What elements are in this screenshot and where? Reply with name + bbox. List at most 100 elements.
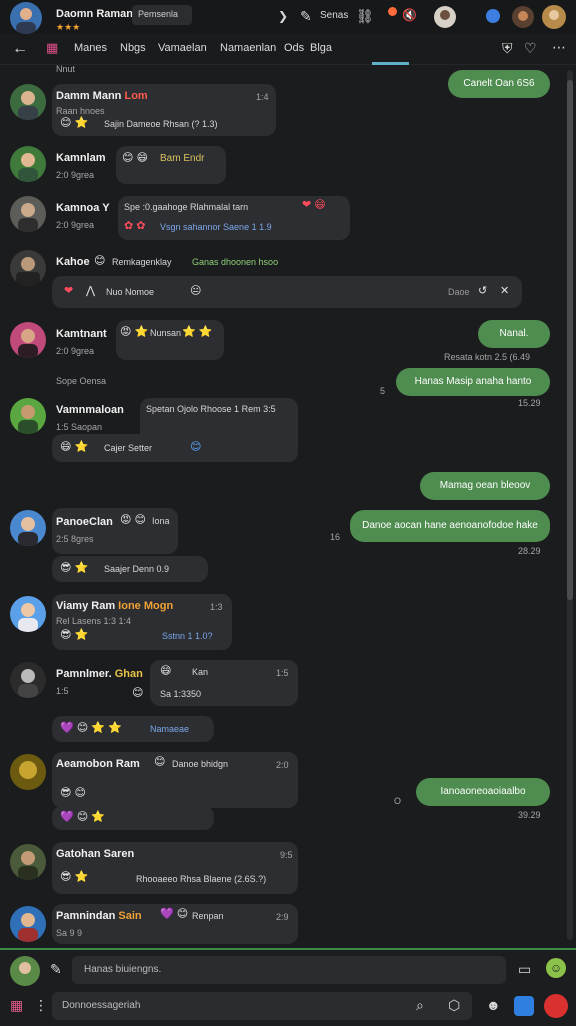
heart-icon[interactable]: ❤ 😄 (302, 200, 326, 211)
channel-subtitle-chip[interactable]: Pemsenla (132, 5, 192, 25)
voice-text: Nuo Nomoe (106, 287, 155, 297)
tab-manes[interactable]: Manes (74, 42, 107, 54)
user-avatar-2[interactable] (512, 6, 534, 28)
outgoing-meta: 5 (380, 386, 386, 396)
reaction-emoji[interactable]: 😊 (190, 442, 201, 453)
outgoing-message[interactable]: Mamag oean bleoov (420, 472, 550, 500)
record-button[interactable] (544, 994, 568, 1018)
emoji-button[interactable]: ☺ (546, 958, 566, 978)
smile-emoji[interactable]: 😊 (94, 256, 105, 267)
apps-grid-icon[interactable]: ▦ (10, 998, 23, 1012)
reaction-emoji[interactable]: 😊 😄 (122, 153, 148, 164)
sender-name: Kamtnant (56, 328, 107, 340)
blue-app-button[interactable] (514, 996, 534, 1016)
reaction-emoji[interactable]: 💜 😊 ⭐ (60, 812, 105, 823)
composer-avatar[interactable] (10, 956, 40, 986)
message-time: 2:0 9grea (56, 346, 95, 356)
reaction-emoji[interactable]: 😎 😊 (60, 788, 86, 799)
replay-icon[interactable]: ↺ (478, 286, 487, 297)
reaction-emoji[interactable]: 😎 ⭐ (60, 872, 88, 883)
face-icon[interactable]: ☻ (486, 998, 501, 1012)
avatar[interactable] (10, 510, 46, 546)
reaction-bar[interactable] (52, 434, 298, 462)
reaction-emoji[interactable]: 😊 ⭐ (60, 118, 88, 129)
shield-icon[interactable]: ⛨ (502, 41, 513, 55)
more-vertical-icon[interactable]: ⋮ (34, 998, 48, 1012)
user-avatar-1[interactable] (434, 6, 456, 28)
face-icon: 😐 (190, 285, 202, 297)
back-arrow-icon[interactable]: ← (12, 41, 28, 57)
profile-avatar[interactable] (542, 5, 566, 29)
reaction-emoji[interactable]: 💜 😊 ⭐ ⭐ (60, 723, 122, 734)
close-icon[interactable]: ✕ (500, 286, 509, 297)
avatar[interactable] (10, 662, 46, 698)
tag-icon[interactable]: ⬡ (448, 998, 460, 1012)
outgoing-message[interactable]: Canelt Oan 6S6 (448, 70, 550, 98)
outgoing-message[interactable]: Ianoaoneoaoiaalbo (416, 778, 550, 806)
avatar-image (10, 754, 46, 790)
channel-avatar[interactable] (10, 2, 42, 34)
avatar-image (10, 956, 40, 986)
senas-label[interactable]: Senas (320, 10, 348, 21)
avatar[interactable] (10, 322, 46, 358)
tab-namaenlan[interactable]: Namaenlan (220, 42, 276, 54)
reaction-emoji[interactable]: 😄 (160, 666, 171, 677)
message-time-right: 1:5 (276, 668, 289, 678)
message-input[interactable]: Hanas biuiengns. (72, 956, 506, 984)
reaction-emoji[interactable]: ✿ ✿ (124, 221, 146, 232)
message-time: 1:4 (256, 92, 269, 102)
scrollbar-thumb[interactable] (567, 80, 573, 600)
message-text: Spetan Ojolo Rhoose 1 Rem 3:5 (146, 404, 276, 414)
tab-blga[interactable]: Blga (310, 42, 332, 54)
avatar[interactable] (10, 84, 46, 120)
sender-name: Damm Mann Lom (56, 90, 148, 102)
status-dot-blue[interactable] (486, 9, 500, 23)
heart-icon[interactable]: ❤ (64, 286, 73, 297)
avatar-image (10, 196, 46, 232)
sender-name: Pamnindan Sain (56, 910, 142, 922)
avatar[interactable] (10, 906, 46, 942)
tab-vamaelan[interactable]: Vamaelan (158, 42, 207, 54)
search-input[interactable]: Donnoessageriah (52, 992, 472, 1020)
message-line: Raan hnoes (56, 106, 105, 116)
message-feed[interactable]: Nnut Canelt Oan 6S6 Damm Mann Lom 1:4 Ra… (0, 64, 566, 948)
pin-icon[interactable]: ✎ (300, 9, 312, 23)
notification-dot (388, 7, 397, 16)
expand-icon[interactable]: ❯ (278, 10, 288, 22)
message-bubble[interactable] (150, 660, 298, 706)
reaction-emoji[interactable]: 💜 😊 (160, 909, 188, 920)
tab-ods[interactable]: Ods (284, 42, 304, 54)
avatar-image (10, 596, 46, 632)
avatar[interactable] (10, 250, 46, 286)
avatar[interactable] (10, 844, 46, 880)
link-icon[interactable]: ⛓ (356, 9, 374, 23)
top-bar: Daomn Raman ★★★ Pemsenla ❯ ✎ Senas ⛓ 🔇 (0, 0, 576, 34)
more-icon[interactable]: ⋯ (552, 40, 566, 54)
reaction-emoji[interactable]: 😡 😊 (120, 515, 146, 526)
avatar[interactable] (10, 146, 46, 182)
avatar[interactable] (10, 398, 46, 434)
attach-icon[interactable]: ▭ (518, 962, 531, 976)
message-bubble[interactable] (52, 508, 178, 554)
edit-icon[interactable]: ✎ (50, 962, 62, 976)
mute-icon[interactable]: 🔇 (402, 9, 417, 21)
reaction-emoji[interactable]: 😄 ⭐ (60, 442, 88, 453)
outgoing-message[interactable]: Danoe aocan hane aenoanofodoe hake (350, 510, 550, 542)
reaction-emoji[interactable]: 😊 (154, 757, 165, 768)
avatar[interactable] (10, 596, 46, 632)
reaction-emoji[interactable]: ⭐ ⭐ (182, 327, 212, 338)
tab-nbgs[interactable]: Nbgs (120, 42, 146, 54)
avatar[interactable] (10, 754, 46, 790)
reaction-emoji[interactable]: 😡 ⭐ (120, 327, 148, 338)
search-icon[interactable]: ⌕ (416, 998, 424, 1012)
outgoing-message[interactable]: Hanas Masip anaha hanto (396, 368, 550, 396)
avatar[interactable] (10, 196, 46, 232)
outgoing-message[interactable]: Nanal. (478, 320, 550, 348)
reaction-emoji[interactable]: 😊 (132, 688, 143, 699)
reaction-emoji[interactable]: 😎 ⭐ (60, 563, 88, 574)
sender-name: PanoeClan (56, 516, 113, 528)
apps-icon[interactable]: ▦ (46, 41, 58, 54)
reaction-emoji[interactable]: 😎 ⭐ (60, 630, 88, 641)
heart-outline-icon[interactable]: ♡ (524, 41, 537, 55)
channel-subtitle: Pemsenla (138, 9, 179, 19)
